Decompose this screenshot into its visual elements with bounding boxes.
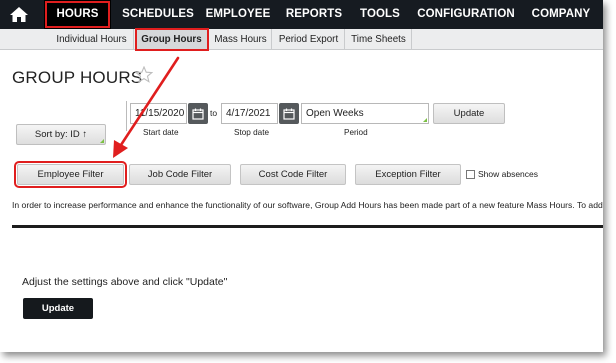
update-button[interactable]: Update bbox=[433, 103, 505, 124]
nav-hours[interactable]: HOURS bbox=[44, 0, 111, 29]
stop-calendar-button[interactable] bbox=[279, 103, 299, 124]
nav-employee[interactable]: EMPLOYEE bbox=[203, 0, 273, 29]
to-label: to bbox=[210, 108, 218, 118]
update-results-button[interactable]: Update bbox=[23, 298, 93, 319]
info-text: In order to increase performance and enh… bbox=[12, 200, 603, 210]
calendar-icon bbox=[283, 108, 295, 120]
nav-tools[interactable]: TOOLS bbox=[356, 0, 404, 29]
show-absences-checkbox[interactable] bbox=[466, 170, 475, 179]
nav-schedules[interactable]: SCHEDULES bbox=[118, 0, 198, 29]
page-title: GROUP HOURS bbox=[12, 68, 143, 87]
tab-mass-hours[interactable]: Mass Hours bbox=[210, 29, 272, 50]
tab-period-export[interactable]: Period Export bbox=[273, 29, 345, 50]
dropdown-corner-icon bbox=[100, 139, 104, 143]
divider bbox=[12, 225, 603, 228]
start-calendar-button[interactable] bbox=[188, 103, 208, 124]
nav-company[interactable]: COMPANY bbox=[527, 0, 595, 29]
home-button[interactable] bbox=[4, 3, 34, 26]
top-nav: HOURS SCHEDULES EMPLOYEE REPORTS TOOLS C… bbox=[0, 0, 603, 29]
exception-filter-button[interactable]: Exception Filter bbox=[355, 164, 461, 185]
employee-filter-button[interactable]: Employee Filter bbox=[14, 161, 127, 188]
tab-time-sheets[interactable]: Time Sheets bbox=[346, 29, 412, 50]
stop-date-label: Stop date bbox=[234, 128, 270, 137]
tab-individual-hours[interactable]: Individual Hours bbox=[50, 29, 134, 50]
sort-by-button[interactable]: Sort by: ID ↑ bbox=[16, 124, 106, 145]
home-icon bbox=[10, 7, 28, 22]
sub-nav: Individual Hours Group Hours Mass Hours … bbox=[0, 28, 603, 51]
period-value: Open Weeks bbox=[306, 108, 364, 119]
start-date-input[interactable]: 11/15/2020 bbox=[130, 103, 187, 124]
period-label: Period bbox=[344, 128, 368, 137]
app-window: HOURS SCHEDULES EMPLOYEE REPORTS TOOLS C… bbox=[0, 0, 603, 352]
calendar-icon bbox=[192, 108, 204, 120]
nav-configuration[interactable]: CONFIGURATION bbox=[416, 0, 516, 29]
dropdown-corner-icon bbox=[423, 118, 427, 122]
start-date-label: Start date bbox=[143, 128, 179, 137]
nav-reports[interactable]: REPORTS bbox=[284, 0, 344, 29]
job-code-filter-button[interactable]: Job Code Filter bbox=[129, 164, 231, 185]
stop-date-input[interactable]: 4/17/2021 bbox=[221, 103, 278, 124]
separator bbox=[126, 101, 127, 131]
tab-group-hours[interactable]: Group Hours bbox=[135, 28, 209, 51]
cost-code-filter-button[interactable]: Cost Code Filter bbox=[240, 164, 346, 185]
period-select[interactable]: Open Weeks bbox=[301, 103, 429, 124]
sort-by-label: Sort by: ID ↑ bbox=[34, 129, 88, 140]
star-icon[interactable] bbox=[135, 66, 153, 83]
show-absences-label: Show absences bbox=[478, 169, 539, 179]
adjust-settings-message: Adjust the settings above and click "Upd… bbox=[22, 276, 228, 288]
